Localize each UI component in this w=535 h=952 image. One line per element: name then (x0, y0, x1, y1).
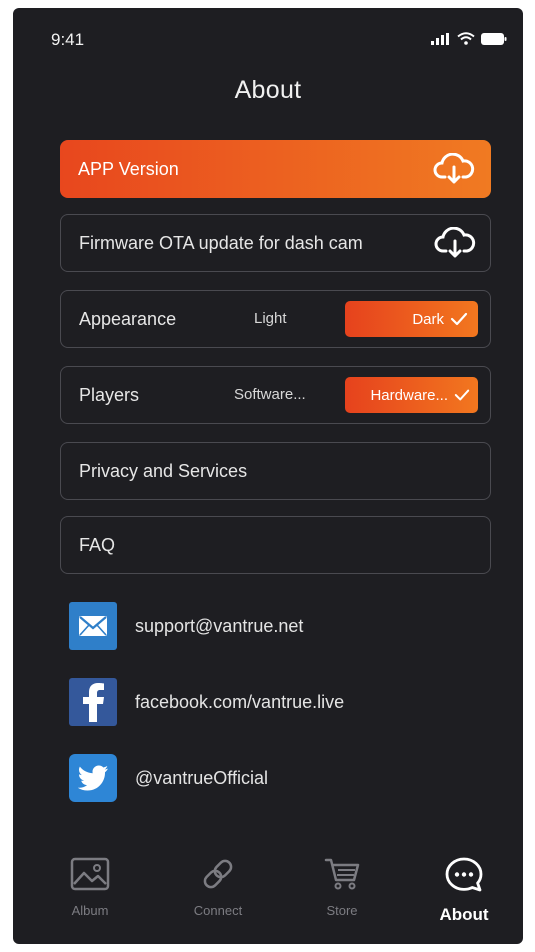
signal-icon (431, 32, 449, 45)
battery-icon (481, 32, 507, 45)
firmware-ota-label: Firmware OTA update for dash cam (79, 233, 363, 253)
contact-email-text: support@vantrue.net (135, 615, 304, 636)
page-title: About (234, 76, 302, 104)
privacy-services-label: Privacy and Services (79, 461, 248, 481)
chat-icon (445, 857, 483, 892)
cloud-download-icon[interactable] (433, 153, 475, 185)
tab-album-label: Album (71, 903, 109, 918)
mail-icon (69, 602, 117, 650)
twitter-icon (69, 754, 117, 802)
contact-twitter[interactable]: @vantrueOfficial (69, 754, 268, 802)
cart-icon (324, 858, 360, 890)
contact-email[interactable]: support@vantrue.net (69, 602, 303, 650)
app-version-row[interactable]: APP Version (60, 140, 491, 198)
tab-album[interactable]: Album (45, 856, 135, 918)
cloud-download-icon[interactable] (434, 227, 476, 259)
contact-facebook-text: facebook.com/vantrue.live (135, 691, 345, 712)
firmware-ota-row[interactable]: Firmware OTA update for dash cam (60, 214, 491, 272)
appearance-row: Appearance Light Dark (60, 290, 491, 348)
players-option-hardware[interactable]: Hardware... (345, 377, 478, 413)
tab-about-label: About (439, 905, 489, 924)
players-label: Players (79, 385, 140, 405)
status-time: 9:41 (51, 30, 85, 49)
appearance-option-dark[interactable]: Dark (345, 301, 478, 337)
players-row: Players Software... Hardware... (60, 366, 491, 424)
check-icon (454, 389, 470, 401)
phone-screen: 9:41 About APP Version Firmware OTA upda… (13, 8, 523, 944)
facebook-icon (69, 678, 117, 726)
appearance-label: Appearance (79, 309, 177, 329)
players-option-hardware-label: Hardware... (370, 386, 448, 404)
link-icon (203, 859, 233, 889)
tab-connect-label: Connect (193, 903, 243, 918)
tab-connect[interactable]: Connect (173, 856, 263, 918)
players-option-software[interactable]: Software... (234, 367, 306, 423)
faq-row[interactable]: FAQ (60, 516, 491, 574)
contact-twitter-text: @vantrueOfficial (135, 767, 268, 788)
appearance-option-light[interactable]: Light (254, 291, 287, 347)
tab-store[interactable]: Store (297, 856, 387, 918)
tab-store-label: Store (326, 903, 358, 918)
appearance-option-dark-label: Dark (412, 310, 444, 328)
wifi-icon (457, 32, 475, 45)
image-icon (70, 857, 110, 891)
tab-about[interactable]: About (419, 856, 509, 925)
tab-bar: Album Connect Store About (13, 834, 523, 944)
check-icon (450, 312, 468, 326)
faq-label: FAQ (79, 535, 116, 555)
app-version-label: APP Version (78, 159, 179, 179)
privacy-services-row[interactable]: Privacy and Services (60, 442, 491, 500)
status-icons (431, 32, 507, 45)
status-bar: 9:41 (13, 8, 523, 68)
contact-facebook[interactable]: facebook.com/vantrue.live (69, 678, 344, 726)
